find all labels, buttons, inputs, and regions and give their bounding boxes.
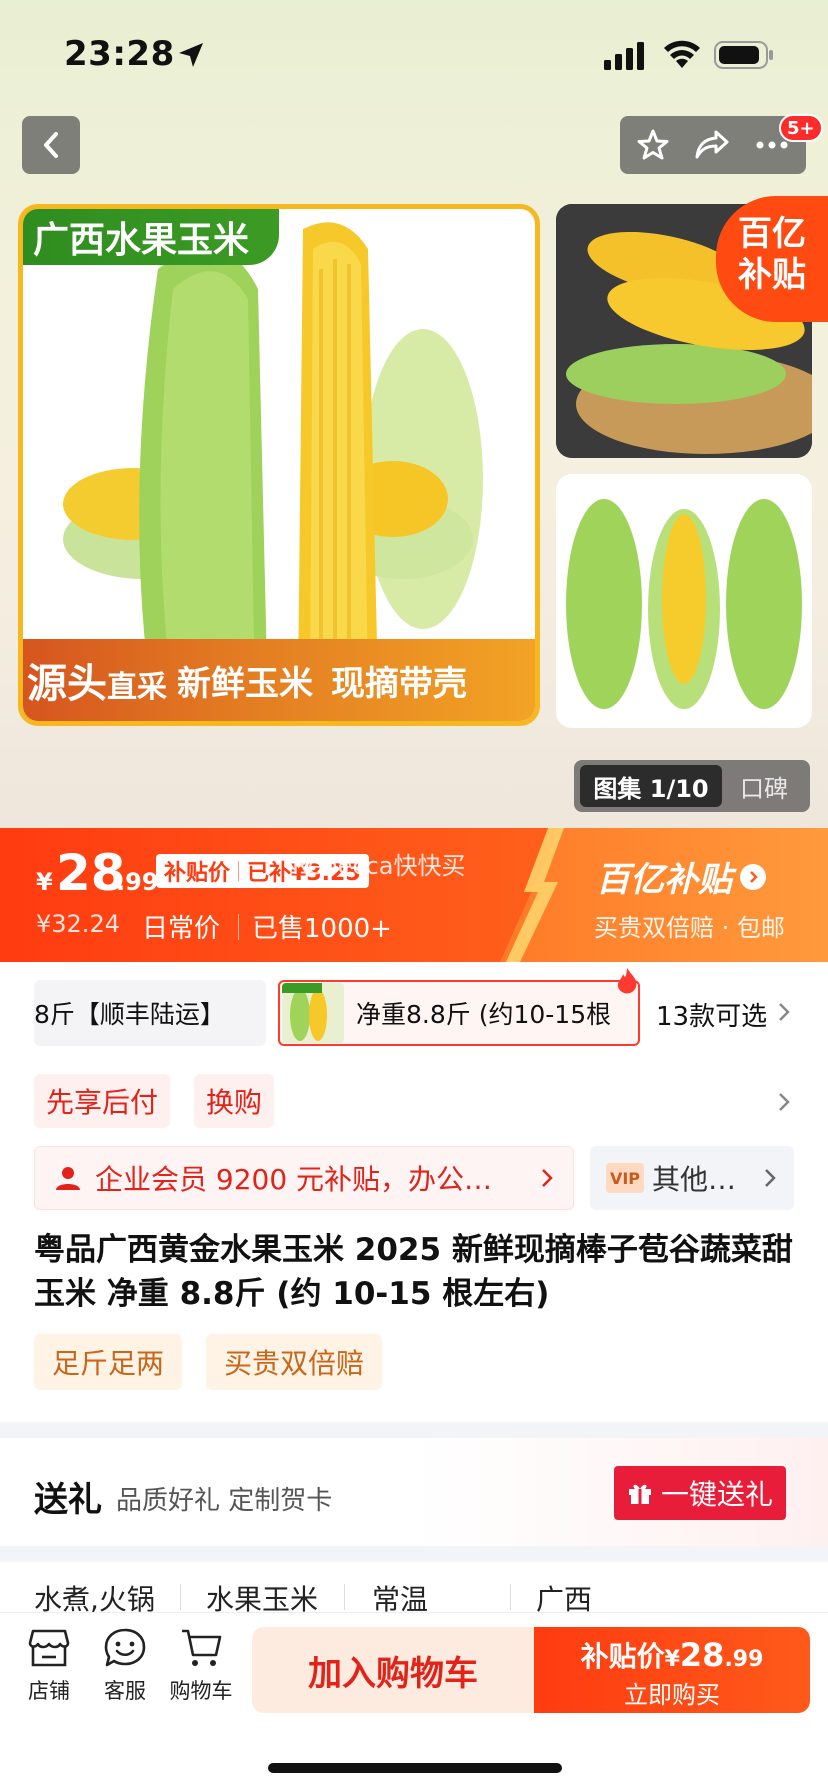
user-icon bbox=[56, 1167, 80, 1190]
spec-count[interactable]: 13款可选 bbox=[656, 996, 767, 1033]
double-refund-badge: 买贵双倍赔 bbox=[206, 1334, 383, 1390]
trade-in-tag[interactable]: 换购 bbox=[194, 1074, 275, 1128]
price-currency: ¥ bbox=[36, 868, 53, 896]
chevron-right-icon bbox=[765, 1169, 776, 1187]
chevron-right-icon[interactable] bbox=[776, 1090, 792, 1114]
star-favorite-icon[interactable] bbox=[636, 128, 670, 162]
billion-subsidy-badge: 百亿 补贴 bbox=[716, 196, 828, 322]
gift-title: 送礼 bbox=[34, 1480, 102, 1520]
send-gift-button[interactable]: 一键送礼 bbox=[614, 1466, 786, 1520]
watermark-text: Rebecca快快买 bbox=[292, 852, 466, 880]
hot-flame-icon bbox=[617, 968, 637, 994]
share-icon[interactable] bbox=[694, 128, 730, 162]
full-weight-badge: 足斤足两 bbox=[34, 1334, 183, 1390]
lightning-divider-icon bbox=[506, 828, 564, 962]
pay-later-tag[interactable]: 先享后付 bbox=[34, 1074, 171, 1128]
original-price-label: 日常价 bbox=[142, 914, 221, 944]
billion-subsidy-link[interactable]: 百亿补贴 bbox=[596, 852, 766, 901]
guarantee-badges: 足斤足两 买贵双倍赔 bbox=[0, 1334, 828, 1390]
customer-service-button[interactable]: 客服 bbox=[90, 1627, 160, 1705]
product-attributes: 水煮,火锅 水果玉米 常温 广西 bbox=[0, 1572, 828, 1616]
chevron-left-icon bbox=[44, 132, 58, 158]
main-image-tag: 广西水果玉米 bbox=[23, 209, 280, 265]
banner-text-1: 源头直采 bbox=[27, 661, 167, 707]
spec-option-selected[interactable]: 净重8.8斤 (约10-15根 bbox=[278, 980, 640, 1046]
product-gallery: 23:28 5+ 广西水果玉米 源头直采 新鲜玉米 现摘带壳 百亿 补贴 图集 … bbox=[0, 0, 828, 828]
vip-icon: VIP bbox=[606, 1163, 644, 1193]
add-to-cart-button[interactable]: 加入购物车 bbox=[252, 1627, 534, 1713]
bottom-action-bar: 店铺 客服 购物车 加入购物车 补贴价¥28.99 立即购买 bbox=[0, 1612, 828, 1792]
three-corn-illustration bbox=[566, 499, 802, 709]
shop-button[interactable]: 店铺 bbox=[14, 1627, 84, 1705]
chevron-right-icon bbox=[542, 1169, 553, 1187]
service-tags: 先享后付 换购 bbox=[0, 1072, 828, 1132]
gift-section: 送礼 品质好礼 定制贺卡 一键送礼 bbox=[0, 1438, 828, 1546]
billion-subsidy-subtitle: 买贵双倍赔 · 包邮 bbox=[594, 914, 785, 942]
main-product-image[interactable]: 广西水果玉米 源头直采 新鲜玉米 现摘带壳 bbox=[18, 204, 540, 726]
other-offers[interactable]: VIP 其他… bbox=[590, 1146, 794, 1210]
cellular-signal-icon bbox=[604, 42, 644, 70]
chat-smile-icon bbox=[104, 1628, 146, 1667]
cart-button[interactable]: 购物车 bbox=[166, 1627, 236, 1705]
location-arrow-icon bbox=[179, 43, 203, 67]
shop-icon bbox=[28, 1629, 70, 1667]
gallery-counter-tab[interactable]: 图集 1/10 bbox=[580, 765, 722, 807]
reviews-tab[interactable]: 口碑 bbox=[740, 769, 788, 804]
gallery-tabs: 图集 1/10 口碑 bbox=[574, 760, 810, 812]
gift-subtitle: 品质好礼 定制贺卡 bbox=[116, 1486, 333, 1516]
wifi-icon bbox=[664, 40, 700, 68]
back-button[interactable] bbox=[22, 116, 80, 174]
top-actions bbox=[620, 116, 806, 174]
banner-text-3: 现摘带壳 bbox=[331, 663, 467, 704]
buy-now-button[interactable]: 补贴价¥28.99 立即购买 bbox=[534, 1627, 810, 1713]
sold-count: 已售1000+ bbox=[252, 914, 392, 944]
status-time: 23:28 bbox=[64, 34, 175, 74]
banner-text-2: 新鲜玉米 bbox=[177, 663, 313, 704]
battery-icon bbox=[714, 41, 773, 69]
status-bar: 23:28 bbox=[0, 0, 828, 100]
chevron-right-icon[interactable] bbox=[776, 1000, 792, 1024]
price-banner: ¥ 28 .99 补贴价 已补¥3.25 Rebecca快快买 ¥32.24 日… bbox=[0, 828, 828, 962]
price-decimal: .99 bbox=[116, 868, 159, 896]
enterprise-member-offer[interactable]: 企业会员 9200 元补贴，办公… bbox=[34, 1146, 574, 1210]
spec-option-1[interactable]: 8斤【顺丰陆运】 bbox=[34, 980, 266, 1046]
side-product-image-2[interactable] bbox=[556, 474, 812, 728]
chevron-right-icon bbox=[740, 863, 766, 890]
cart-icon bbox=[182, 1629, 222, 1666]
product-title: 粤品广西黄金水果玉米 2025 新鲜现摘棒子苞谷蔬菜甜玉米 净重 8.8斤 (约… bbox=[34, 1232, 793, 1312]
message-badge: 5+ bbox=[779, 114, 823, 142]
home-indicator bbox=[268, 1763, 562, 1773]
spec-thumbnail bbox=[282, 983, 344, 1043]
gift-icon bbox=[628, 1484, 651, 1504]
original-price: ¥32.24 bbox=[36, 910, 120, 938]
spec-selector: 8斤【顺丰陆运】 净重8.8斤 (约10-15根 13款可选 bbox=[0, 968, 828, 1050]
member-offers: 企业会员 9200 元补贴，办公… VIP 其他… bbox=[0, 1146, 828, 1210]
main-image-banner: 源头直采 新鲜玉米 现摘带壳 bbox=[23, 639, 535, 721]
